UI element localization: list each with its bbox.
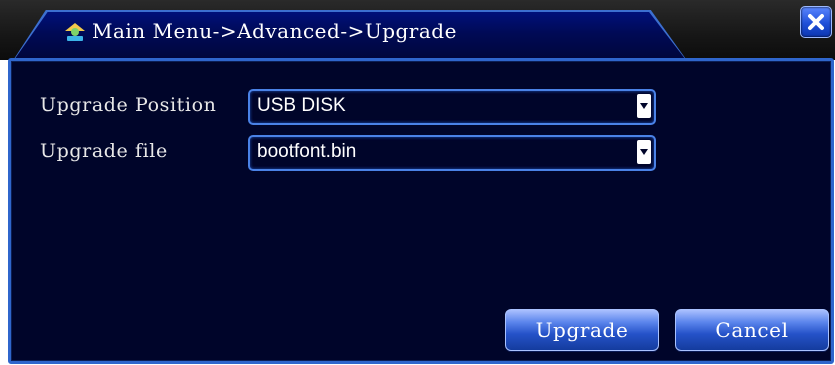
upgrade-dialog: Upgrade Position USB DISK Upgrade file b… <box>8 58 834 364</box>
home-user-icon <box>64 22 86 42</box>
upgrade-button[interactable]: Upgrade <box>505 309 659 351</box>
window-title: Main Menu->Advanced->Upgrade <box>92 19 457 43</box>
cancel-button[interactable]: Cancel <box>675 309 829 351</box>
upgrade-position-value: USB DISK <box>257 95 346 116</box>
upgrade-position-select[interactable]: USB DISK <box>248 89 656 125</box>
close-x-icon <box>808 14 824 30</box>
upgrade-file-select[interactable]: bootfont.bin <box>248 135 656 171</box>
chevron-down-icon[interactable] <box>637 140 651 164</box>
chevron-down-icon[interactable] <box>637 94 651 118</box>
upgrade-file-label: Upgrade file <box>40 140 168 162</box>
close-button[interactable] <box>800 6 832 38</box>
upgrade-position-label: Upgrade Position <box>40 94 217 116</box>
upgrade-file-value: bootfont.bin <box>257 141 357 162</box>
